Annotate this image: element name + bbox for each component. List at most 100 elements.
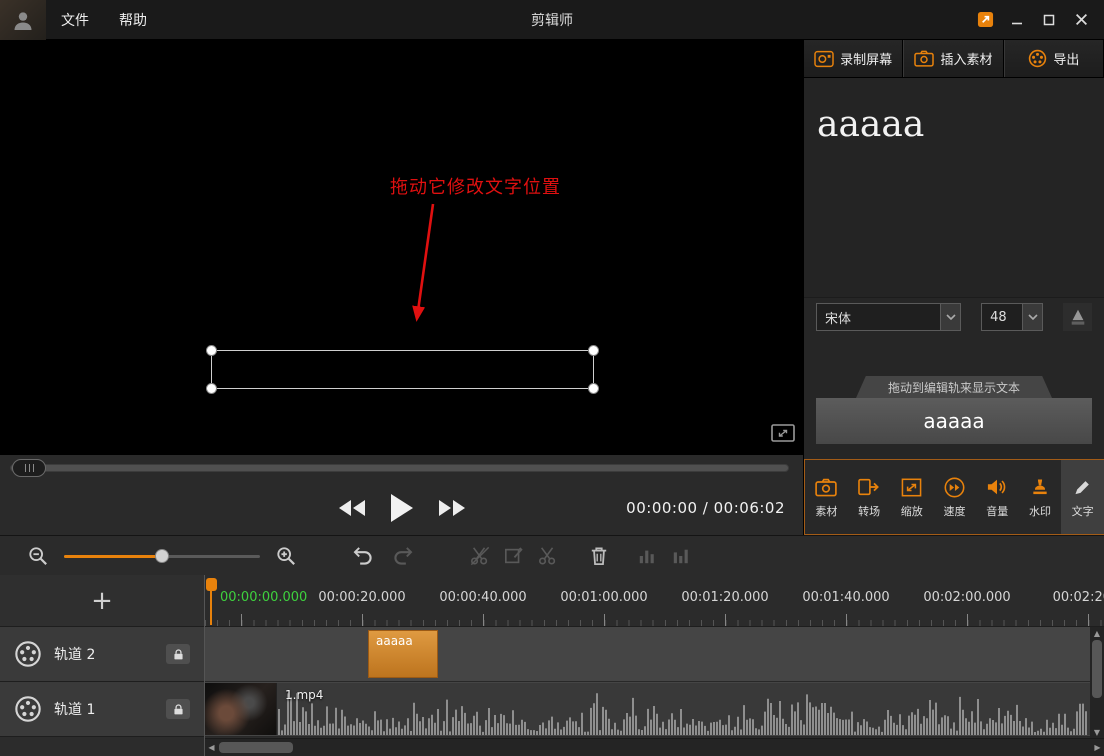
camera-icon (815, 475, 837, 499)
text-sample-draggable[interactable]: aaaaa (816, 398, 1092, 444)
scroll-right-icon[interactable]: ▶ (1091, 739, 1104, 756)
annotation-arrow (0, 40, 803, 455)
pencil-icon (1073, 475, 1093, 499)
rewind-button[interactable] (339, 500, 365, 516)
fast-forward-button[interactable] (439, 500, 465, 516)
video-preview: 拖动它修改文字位置 (0, 40, 803, 455)
play-button[interactable] (391, 494, 413, 522)
maximize-icon (1043, 14, 1055, 26)
zoom-in-button[interactable] (276, 546, 296, 566)
font-color-button[interactable] (1063, 303, 1092, 331)
ruler-label: 00:01:20.000 (681, 590, 768, 605)
timeline: + 轨道 2 轨道 1 (0, 575, 1104, 756)
app-title: 剪辑师 (531, 10, 573, 30)
audio-levels-alt-button[interactable] (672, 547, 690, 565)
tool-tabs: 素材 转场 缩放 速度 (804, 459, 1104, 535)
speed-icon (944, 475, 965, 499)
minimize-button[interactable] (1008, 11, 1026, 29)
selection-handle[interactable] (206, 345, 217, 356)
record-screen-label: 录制屏幕 (840, 49, 892, 68)
pen-square-icon (504, 546, 524, 566)
vertical-scroll-thumb[interactable] (1092, 640, 1102, 698)
vertical-scrollbar[interactable]: ▲ ▼ (1090, 627, 1104, 738)
main-area: 拖动它修改文字位置 (0, 40, 1104, 535)
ruler-label: 00:00:40.000 (439, 590, 526, 605)
feedback-button[interactable] (976, 11, 994, 29)
time-ruler[interactable]: 00:00:00.000 00:00:20.000 00:00:40.000 0… (205, 575, 1104, 627)
zoom-slider[interactable] (64, 549, 260, 563)
track-2-header[interactable]: 轨道 2 (0, 627, 204, 682)
seek-handle[interactable] (12, 459, 46, 477)
audio-levels-button[interactable] (638, 547, 656, 565)
volume-icon (986, 475, 1008, 499)
ruler-label: 00:01:40.000 (802, 590, 889, 605)
menu-help[interactable]: 帮助 (104, 10, 162, 30)
scroll-up-icon[interactable]: ▲ (1090, 627, 1104, 639)
text-clip[interactable]: aaaaa (368, 630, 438, 678)
delete-clip-button[interactable] (590, 546, 608, 566)
user-avatar[interactable] (0, 0, 46, 40)
tool-material[interactable]: 素材 (805, 460, 848, 534)
tool-watermark[interactable]: 水印 (1019, 460, 1062, 534)
text-selection-box[interactable] (211, 350, 594, 389)
scroll-down-icon[interactable]: ▼ (1090, 726, 1104, 738)
zoom-out-button[interactable] (28, 546, 48, 566)
cut-clip-button[interactable] (538, 546, 558, 566)
track-row-1: 1.mp4 (205, 682, 1090, 737)
close-icon (1075, 13, 1088, 26)
tool-label: 水印 (1029, 503, 1051, 519)
chevron-down-icon[interactable] (1022, 304, 1042, 330)
minimize-icon (1011, 14, 1023, 26)
playhead-marker[interactable] (206, 578, 217, 591)
tool-volume[interactable]: 音量 (976, 460, 1019, 534)
fullscreen-button[interactable] (771, 424, 795, 448)
transition-icon (858, 475, 880, 499)
equalizer-icon (638, 547, 656, 565)
magnifier-minus-icon (28, 546, 48, 566)
video-clip[interactable]: 1.mp4 (205, 683, 1090, 735)
font-size-select[interactable]: 48 (981, 303, 1043, 331)
selection-handle[interactable] (588, 345, 599, 356)
titlebar: 文件 帮助 剪辑师 (0, 0, 1104, 40)
playback-controls: 00:00:00 / 00:06:02 (0, 455, 803, 535)
chevron-down-icon[interactable] (940, 304, 960, 330)
insert-media-button[interactable]: 插入素材 (903, 40, 1003, 77)
window-controls (976, 11, 1104, 29)
font-controls: 宋体 48 (804, 298, 1104, 336)
scale-icon (901, 475, 922, 499)
split-disabled-button[interactable] (470, 546, 490, 566)
play-icon (391, 494, 413, 522)
tool-text[interactable]: 文字 (1061, 460, 1104, 534)
menu-file[interactable]: 文件 (46, 10, 104, 30)
timeline-content: 00:00:00.000 00:00:20.000 00:00:40.000 0… (205, 575, 1104, 756)
seek-track[interactable] (10, 464, 789, 472)
zoom-slider-handle[interactable] (155, 549, 169, 563)
selection-handle[interactable] (206, 383, 217, 394)
undo-button[interactable] (352, 546, 374, 565)
record-screen-button[interactable]: 录制屏幕 (804, 40, 903, 77)
tool-transition[interactable]: 转场 (848, 460, 891, 534)
tool-speed[interactable]: 速度 (933, 460, 976, 534)
lock-track-button[interactable] (166, 699, 190, 719)
font-family-value: 宋体 (817, 304, 940, 330)
camera-icon (914, 50, 934, 67)
horizontal-scrollbar[interactable]: ◀ ▶ (205, 738, 1104, 756)
close-button[interactable] (1072, 11, 1090, 29)
panel-buttons: 录制屏幕 插入素材 导出 (804, 40, 1104, 78)
lock-track-button[interactable] (166, 644, 190, 664)
add-track-button[interactable]: + (0, 575, 204, 627)
horizontal-scroll-thumb[interactable] (219, 742, 293, 753)
annotation-text: 拖动它修改文字位置 (390, 173, 561, 199)
export-button[interactable]: 导出 (1004, 40, 1104, 77)
selection-handle[interactable] (588, 383, 599, 394)
track-1-header[interactable]: 轨道 1 (0, 682, 204, 737)
edit-clip-button[interactable] (504, 546, 524, 566)
trash-icon (590, 546, 608, 566)
fullscreen-icon (771, 424, 795, 444)
equalizer-alt-icon (672, 547, 690, 565)
tool-scale[interactable]: 缩放 (890, 460, 933, 534)
font-family-select[interactable]: 宋体 (816, 303, 961, 331)
maximize-button[interactable] (1040, 11, 1058, 29)
redo-button[interactable] (392, 546, 414, 565)
scroll-left-icon[interactable]: ◀ (205, 739, 218, 756)
